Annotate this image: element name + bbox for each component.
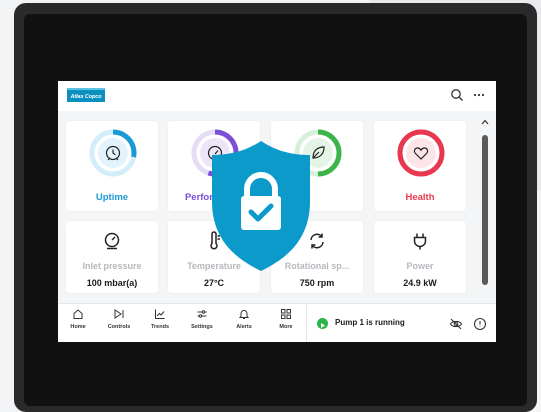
kpi-value: 750 rpm [299, 278, 335, 288]
nav-home[interactable]: Home [58, 308, 98, 340]
kpi-label: Inlet pressure [82, 261, 142, 271]
trend-chart-icon [155, 309, 165, 319]
kpi-value: 27°C [203, 278, 225, 288]
security-shield-lock-icon [212, 141, 310, 271]
plug-icon [413, 233, 427, 250]
nav-label: Trends [150, 324, 170, 330]
pressure-gauge-icon [104, 232, 120, 250]
bottom-nav: Home Controls Trends Settings Alerts Mor… [58, 303, 496, 342]
footer-divider [306, 304, 307, 342]
health-ring [397, 129, 445, 177]
uptime-ring [89, 129, 137, 177]
nav-more[interactable]: More [266, 308, 306, 340]
more-horizontal-icon[interactable] [472, 88, 486, 102]
nav-settings[interactable]: Settings [182, 308, 222, 340]
scrollbar-thumb[interactable] [482, 135, 488, 285]
uptime-label: Uptime [95, 192, 129, 203]
nav-label: Controls [107, 324, 131, 330]
play-icon [317, 318, 328, 329]
scroll-up-chevron-icon[interactable] [481, 118, 489, 126]
header-bar: Atlas Copco [58, 81, 496, 111]
uptime-card[interactable]: Uptime [66, 121, 158, 211]
nav-trends[interactable]: Trends [140, 308, 180, 340]
nav-label: Alerts [236, 324, 252, 330]
atlas-copco-logo: Atlas Copco [67, 88, 105, 102]
home-icon [73, 309, 83, 319]
kpi-value: 100 mbar(a) [86, 278, 138, 288]
nav-label: Settings [191, 324, 213, 330]
nav-label: More [279, 324, 293, 330]
controls-icon [114, 309, 124, 319]
power-card[interactable]: Power 24.9 kW [374, 221, 466, 293]
bell-icon [238, 310, 250, 319]
inlet-pressure-card[interactable]: Inlet pressure 100 mbar(a) [66, 221, 158, 293]
kpi-value: 24.9 kW [403, 278, 437, 288]
nav-controls[interactable]: Controls [99, 308, 139, 340]
eye-off-icon[interactable] [449, 317, 463, 331]
nav-alerts[interactable]: Alerts [224, 308, 264, 340]
health-card[interactable]: Health [374, 121, 466, 211]
sliders-icon [197, 310, 207, 318]
kpi-label: Power [406, 261, 434, 271]
info-sync-icon[interactable] [473, 317, 487, 331]
search-icon[interactable] [450, 88, 464, 102]
pump-status-text: Pump 1 is running [335, 318, 405, 327]
health-label: Health [405, 192, 435, 203]
grid-icon [281, 309, 291, 319]
nav-label: Home [70, 324, 86, 330]
